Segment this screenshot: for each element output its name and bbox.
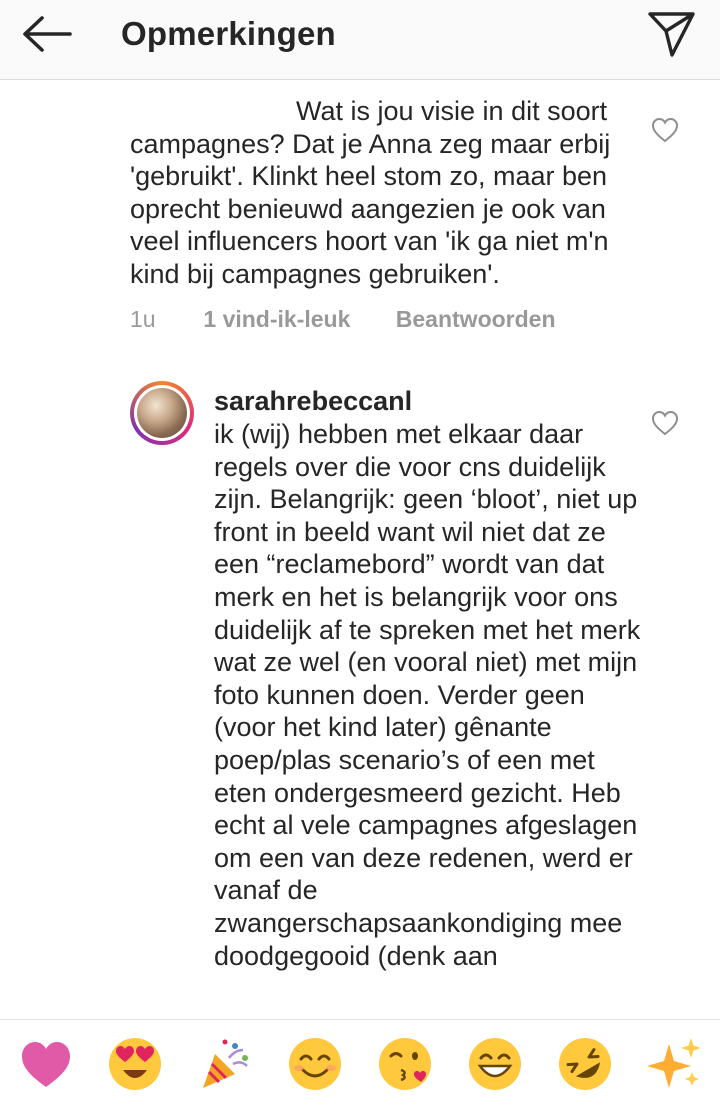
avatar-photo <box>137 388 187 438</box>
avatar-story-ring[interactable] <box>130 381 194 445</box>
heart-emoji-icon[interactable] <box>16 1034 76 1094</box>
likes-link[interactable]: 1 vind-ik-leuk <box>203 304 389 334</box>
avatar <box>134 385 190 441</box>
page-title: Opmerkingen <box>121 15 336 52</box>
back-button[interactable] <box>18 12 78 58</box>
grinning-face-emoji-icon[interactable] <box>465 1034 525 1094</box>
comment-text: ik (wij) hebben met elkaar daar regels o… <box>214 419 648 971</box>
party-popper-emoji-icon[interactable] <box>195 1034 255 1094</box>
sparkles-emoji-icon[interactable] <box>645 1034 705 1094</box>
comment-meta: 1u 1 vind-ik-leuk Beantwoorden <box>130 304 556 334</box>
comment-time: 1u <box>130 306 156 332</box>
kissing-face-emoji-icon[interactable] <box>375 1034 435 1094</box>
smiling-face-emoji-icon[interactable] <box>285 1034 345 1094</box>
like-heart-icon[interactable] <box>651 410 679 436</box>
comment-text: Wat is jou visie in dit soort campagnes?… <box>130 96 618 289</box>
top-bar: Opmerkingen <box>0 0 720 80</box>
heart-eyes-emoji-icon[interactable] <box>105 1034 165 1094</box>
reply-button[interactable]: Beantwoorden <box>396 304 556 334</box>
like-heart-icon[interactable] <box>651 117 679 143</box>
comment-username[interactable]: sarahrebeccanl <box>214 384 412 418</box>
direct-message-button[interactable] <box>644 10 698 58</box>
arrow-left-icon <box>23 16 72 52</box>
paper-plane-icon <box>648 12 695 57</box>
rofl-face-emoji-icon[interactable] <box>555 1034 615 1094</box>
emoji-bar <box>0 1019 720 1110</box>
